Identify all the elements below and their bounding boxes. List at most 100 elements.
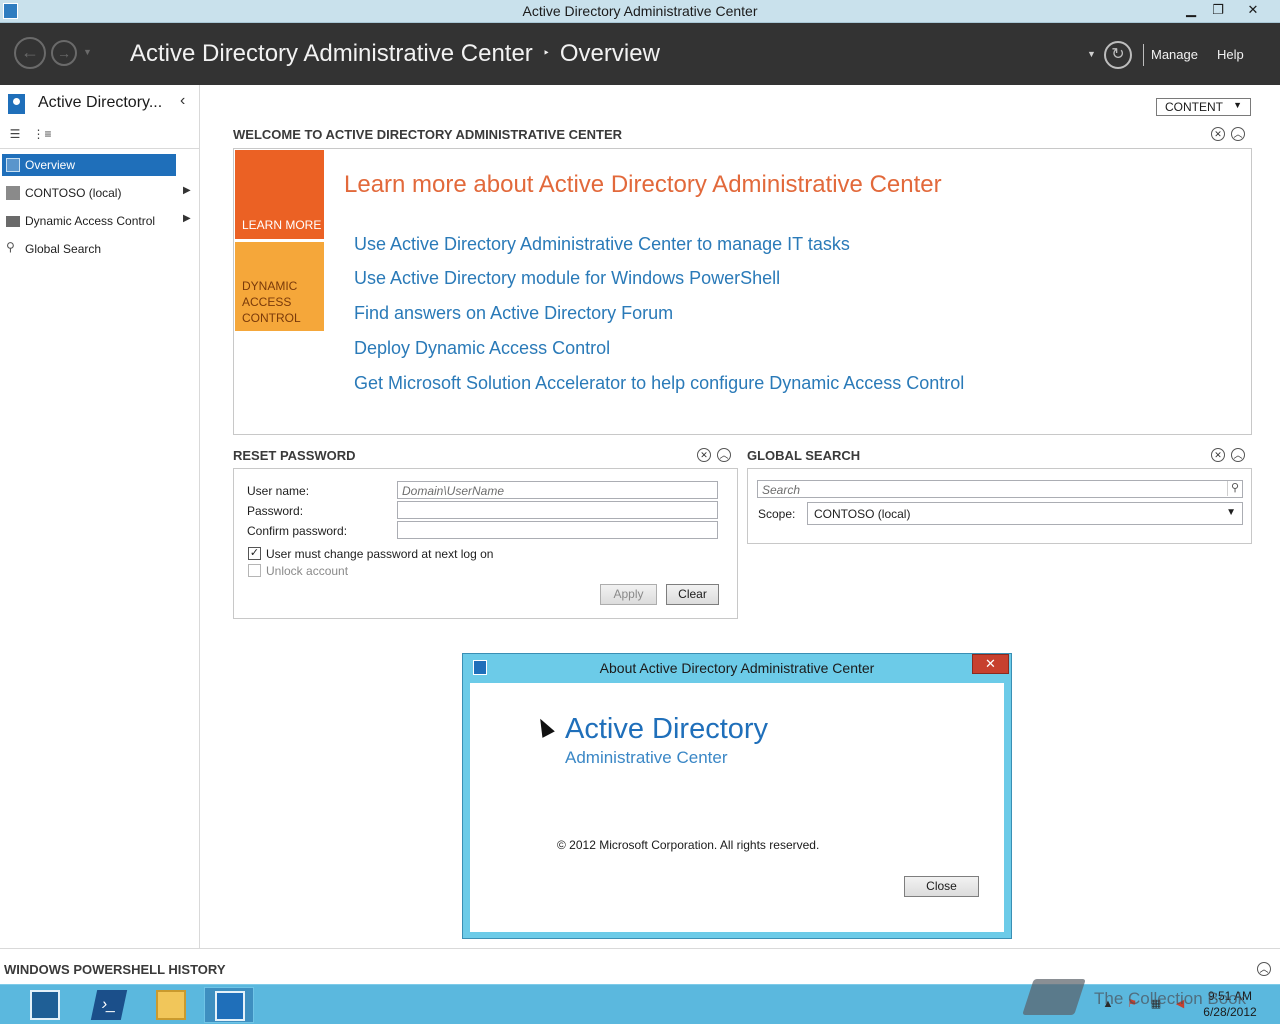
copyright-text: © 2012 Microsoft Corporation. All rights… (557, 838, 820, 852)
link-ad-forum[interactable]: Find answers on Active Directory Forum (354, 303, 673, 324)
taskbar-server-manager[interactable] (20, 987, 70, 1023)
tree-view-icon[interactable]: ⋮≡ (30, 127, 54, 145)
breadcrumb-root[interactable]: Active Directory Administrative Center (130, 40, 533, 67)
confirm-password-label: Confirm password: (247, 524, 348, 538)
nav-item-overview[interactable]: Overview (2, 154, 176, 176)
reset-password-section-title: RESET PASSWORD (233, 448, 356, 463)
nav-item-global-search[interactable]: ⚲ Global Search (2, 238, 197, 260)
apply-button[interactable]: Apply (600, 584, 657, 605)
back-button[interactable]: ← (14, 37, 46, 69)
user-name-input[interactable]: Domain\UserName (397, 481, 718, 499)
close-window-button[interactable]: ✕ (1240, 1, 1266, 19)
link-manage-it-tasks[interactable]: Use Active Directory Administrative Cent… (354, 234, 850, 255)
title-bar: Active Directory Administrative Center ▁… (0, 0, 1280, 23)
window-title: Active Directory Administrative Center (522, 3, 758, 19)
close-icon: ✕ (985, 656, 996, 671)
breadcrumb-dropdown-icon[interactable]: ▼ (1087, 49, 1096, 59)
must-change-checkbox[interactable]: ✓ (248, 547, 261, 560)
forward-button[interactable]: → (51, 40, 77, 66)
scope-value: CONTOSO (local) (814, 507, 911, 521)
content-dropdown-button[interactable]: CONTENT ▼ (1156, 98, 1251, 116)
global-search-panel: Search ⚲ Scope: CONTOSO (local) ▼ (747, 468, 1252, 544)
unlock-account-label: Unlock account (266, 564, 349, 578)
clear-button[interactable]: Clear (666, 584, 719, 605)
history-dropdown-icon[interactable]: ▼ (83, 47, 92, 57)
powershell-icon: ›_ (90, 990, 128, 1020)
restore-button[interactable]: ❐ (1205, 1, 1231, 19)
about-dialog: About Active Directory Administrative Ce… (462, 653, 1012, 939)
dialog-close-text-button[interactable]: Close (904, 876, 979, 897)
taskbar-ad-admin-center[interactable] (204, 987, 254, 1023)
close-section-icon[interactable]: ✕ (697, 448, 711, 462)
collapse-section-icon[interactable]: ︿ (717, 448, 731, 462)
search-input[interactable]: Search (757, 480, 1243, 498)
view-toolbar: ☰ ⋮≡ (0, 123, 199, 149)
app-header: ← → ▼ Active Directory Administrative Ce… (0, 23, 1280, 85)
breadcrumb-current[interactable]: Overview (560, 40, 660, 67)
password-label: Password: (247, 504, 304, 518)
refresh-icon: ↻ (1111, 46, 1125, 63)
confirm-password-input[interactable] (397, 521, 718, 539)
nav-item-dynamic-access-control[interactable]: Dynamic Access Control ▶ (2, 210, 197, 232)
product-subtitle: Administrative Center (565, 748, 728, 767)
search-icon[interactable]: ⚲ (1227, 481, 1242, 496)
must-change-label: User must change password at next log on (266, 547, 494, 561)
minimize-button[interactable]: ▁ (1178, 1, 1204, 19)
nav-item-label: Dynamic Access Control (25, 214, 156, 228)
list-view-icon[interactable]: ☰ (3, 127, 27, 145)
domain-icon (6, 186, 20, 200)
dynamic-access-control-tile[interactable]: DYNAMIC ACCESS CONTROL (235, 242, 324, 331)
password-input[interactable] (397, 501, 718, 519)
nav-item-contoso[interactable]: CONTOSO (local) ▶ (2, 182, 197, 204)
product-name: Active Directory (565, 713, 769, 745)
collapse-section-icon[interactable]: ︿ (1231, 127, 1245, 141)
dialog-title: About Active Directory Administrative Ce… (599, 660, 875, 676)
scope-label: Scope: (758, 507, 796, 521)
link-powershell-module[interactable]: Use Active Directory module for Windows … (354, 268, 780, 289)
unlock-account-checkbox[interactable] (248, 564, 261, 577)
book-icon (1022, 979, 1086, 1015)
content-label: CONTENT (1165, 100, 1223, 114)
learn-more-tile[interactable]: LEARN MORE (235, 150, 324, 239)
back-arrow-icon: ← (21, 42, 39, 62)
watermark: The Collection Book (1022, 975, 1268, 1023)
expand-arrow-icon[interactable]: ▶ (183, 213, 191, 224)
manage-menu[interactable]: Manage (1151, 47, 1198, 62)
forward-arrow-icon: → (57, 45, 71, 61)
link-deploy-dac[interactable]: Deploy Dynamic Access Control (354, 338, 610, 359)
reset-password-panel: User name: Domain\UserName Password: Con… (233, 468, 738, 619)
watermark-text: The Collection Book (1094, 989, 1247, 1008)
nav-item-label: Overview (25, 158, 76, 172)
expand-arrow-icon[interactable]: ▶ (183, 185, 191, 196)
close-section-icon[interactable]: ✕ (1211, 448, 1225, 462)
link-solution-accelerator[interactable]: Get Microsoft Solution Accelerator to he… (354, 373, 964, 394)
navigation-title: Active Directory... (38, 94, 163, 111)
global-search-section-title: GLOBAL SEARCH (747, 448, 861, 463)
learn-more-tile-label: LEARN MORE (242, 218, 322, 232)
collapse-pane-icon[interactable]: ‹ (180, 92, 185, 110)
header-divider (1143, 44, 1144, 66)
welcome-panel: LEARN MORE DYNAMIC ACCESS CONTROL Learn … (233, 148, 1252, 435)
dac-tile-label: DYNAMIC ACCESS CONTROL (242, 279, 301, 325)
dialog-close-button[interactable]: ✕ (972, 654, 1009, 674)
expand-history-icon[interactable]: ︿ (1257, 962, 1271, 976)
dialog-body: Active Directory Administrative Center ©… (470, 683, 1004, 932)
folder-icon (6, 216, 20, 227)
help-menu[interactable]: Help (1217, 47, 1244, 62)
refresh-button[interactable]: ↻ (1104, 41, 1132, 69)
nav-item-label: Global Search (25, 242, 102, 256)
chevron-down-icon: ▼ (1226, 507, 1236, 518)
taskbar-file-explorer[interactable] (146, 987, 196, 1023)
file-explorer-icon (156, 990, 186, 1020)
powershell-history-label: WINDOWS POWERSHELL HISTORY (4, 962, 226, 977)
user-name-label: User name: (247, 484, 310, 498)
welcome-heading: Learn more about Active Directory Admini… (344, 171, 942, 198)
overview-icon (6, 158, 20, 172)
search-icon: ⚲ (6, 240, 15, 254)
collapse-section-icon[interactable]: ︿ (1231, 448, 1245, 462)
close-section-icon[interactable]: ✕ (1211, 127, 1225, 141)
server-manager-icon (30, 990, 60, 1020)
taskbar-powershell[interactable]: ›_ (84, 987, 134, 1023)
checkmark-icon: ✓ (249, 547, 260, 559)
scope-select[interactable]: CONTOSO (local) ▼ (807, 502, 1243, 525)
